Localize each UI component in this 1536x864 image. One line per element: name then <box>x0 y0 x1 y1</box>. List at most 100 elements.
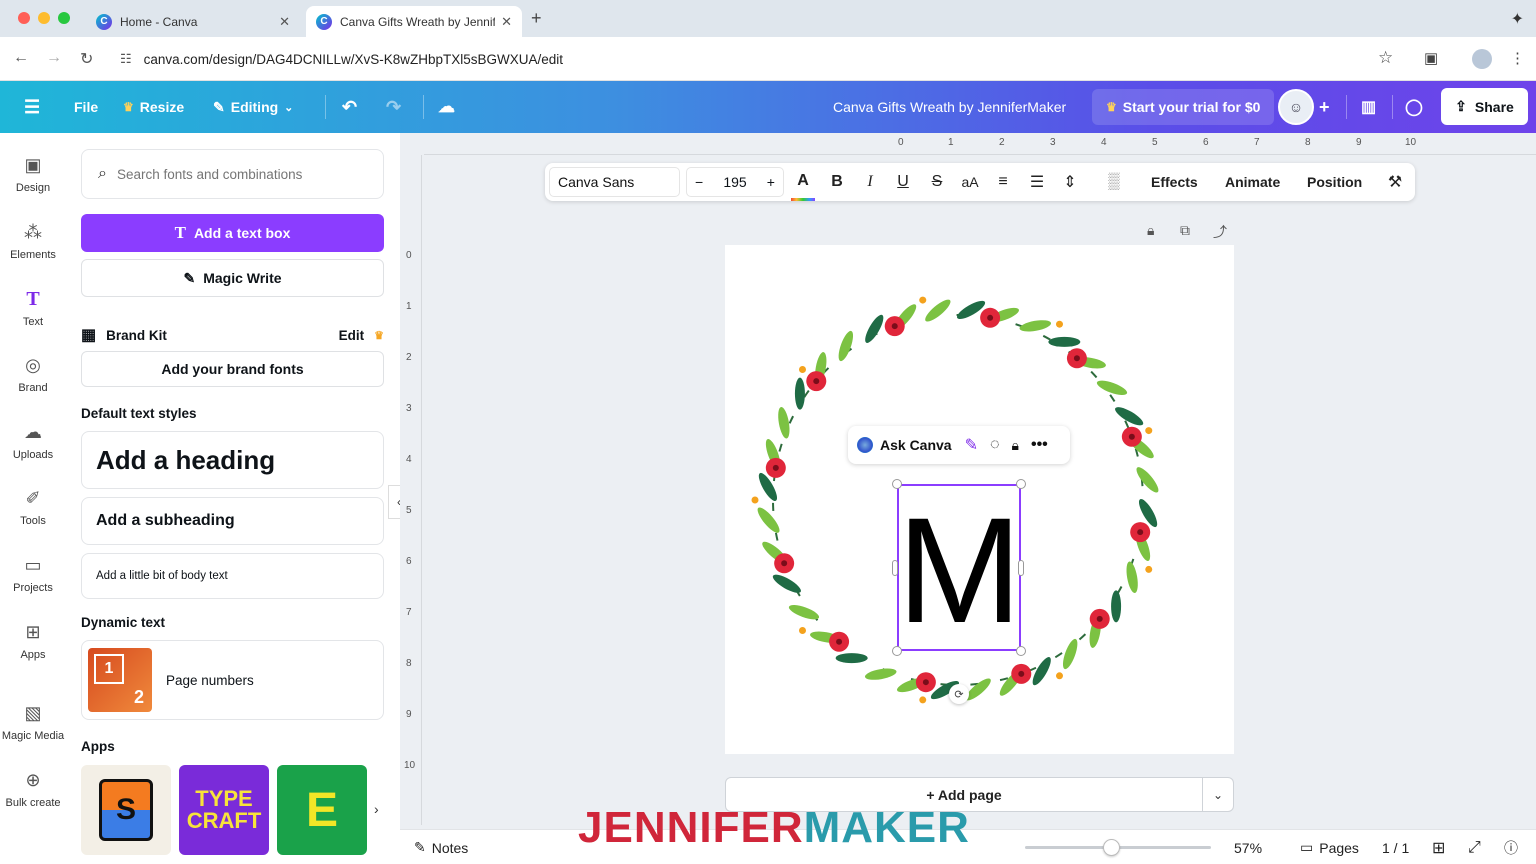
rail-item-tools[interactable]: ✐ Tools <box>0 486 66 528</box>
share-button[interactable]: ⇪ Share <box>1441 88 1528 125</box>
redo-icon[interactable]: ↷ <box>386 81 401 133</box>
effects-button[interactable]: Effects <box>1151 163 1198 201</box>
list-icon[interactable]: ☰ <box>1025 163 1049 201</box>
add-subheading-card[interactable]: Add a subheading <box>81 497 384 545</box>
rotate-handle-icon[interactable]: ⟳ <box>949 684 969 704</box>
start-trial-button[interactable]: ♛ Start your trial for $0 <box>1092 89 1275 125</box>
user-avatar[interactable]: ☺ <box>1278 89 1314 125</box>
apps-scroll-right-icon[interactable]: › <box>374 801 379 817</box>
align-center-icon[interactable]: ≡ <box>991 163 1015 201</box>
minimize-window-button[interactable] <box>38 12 50 24</box>
letter-case-icon[interactable]: aA <box>958 163 982 201</box>
browser-tab-design[interactable]: C Canva Gifts Wreath by Jennif ✕ <box>306 6 522 37</box>
rail-item-elements[interactable]: ⁂ Elements <box>0 220 66 262</box>
app-tile[interactable]: TYPE CRAFT <box>179 765 269 855</box>
add-collaborator-icon[interactable]: + <box>1319 81 1330 133</box>
bookmark-star-icon[interactable]: ☆ <box>1378 48 1393 68</box>
transparency-icon[interactable]: ▒ <box>1102 163 1126 201</box>
url-field[interactable]: ☷ canva.com/design/DAG4DCNILLw/XvS-K8wZH… <box>110 43 1410 75</box>
undo-icon[interactable]: ↶ <box>342 81 357 133</box>
bold-icon[interactable]: B <box>825 163 849 201</box>
zoom-slider-thumb[interactable] <box>1102 839 1120 856</box>
resize-button[interactable]: ♛ Resize <box>123 81 184 133</box>
page-count[interactable]: 1 / 1 <box>1382 830 1409 864</box>
file-menu[interactable]: File <box>74 81 98 133</box>
add-heading-card[interactable]: Add a heading <box>81 431 384 489</box>
browser-tab-home[interactable]: C Home - Canva ✕ <box>86 6 300 37</box>
resize-handle[interactable] <box>892 560 898 576</box>
document-title[interactable]: Canva Gifts Wreath by JenniferMaker <box>833 81 1066 133</box>
position-button[interactable]: Position <box>1307 163 1362 201</box>
rail-item-bulk-create[interactable]: ⊕ Bulk create <box>0 768 66 810</box>
ask-canva-button[interactable]: Ask Canva <box>880 437 952 453</box>
add-brand-fonts-button[interactable]: Add your brand fonts <box>81 351 384 387</box>
close-tab-icon[interactable]: ✕ <box>501 14 512 30</box>
site-settings-icon[interactable]: ☷ <box>120 51 132 67</box>
magic-wand-icon[interactable]: ✎ <box>965 435 978 455</box>
maximize-window-button[interactable] <box>58 12 70 24</box>
increase-size-button[interactable]: + <box>767 174 775 190</box>
resize-handle[interactable] <box>1018 560 1024 576</box>
help-icon[interactable]: ⓘ <box>1504 830 1518 864</box>
font-size-value[interactable]: 195 <box>723 174 746 190</box>
new-tab-button[interactable]: + <box>531 8 542 29</box>
close-tab-icon[interactable]: ✕ <box>279 14 290 30</box>
back-arrow-icon[interactable]: ← <box>13 49 29 67</box>
resize-handle[interactable] <box>1016 479 1026 489</box>
magic-write-button[interactable]: ✎ Magic Write <box>81 259 384 297</box>
add-page-icon[interactable]: ⤴ <box>1213 222 1227 242</box>
editing-mode-dropdown[interactable]: ✎ Editing ⌄ <box>213 81 293 133</box>
text-color-icon[interactable]: A <box>791 163 815 201</box>
underline-icon[interactable]: U <box>891 163 915 201</box>
strikethrough-icon[interactable]: S <box>925 163 949 201</box>
rail-item-brand[interactable]: ◎ Brand <box>0 353 66 395</box>
comment-icon[interactable]: ◯ <box>1405 81 1423 133</box>
page-numbers-card[interactable]: 1 2 Page numbers <box>81 640 384 720</box>
copy-style-paint-roller-icon[interactable]: ⚒ <box>1383 163 1407 201</box>
cloud-save-icon[interactable]: ☁ <box>438 81 455 133</box>
fullscreen-icon[interactable]: ⤢ <box>1468 830 1481 864</box>
rail-item-text[interactable]: T Text <box>0 287 66 329</box>
resize-handle[interactable] <box>1016 646 1026 656</box>
lock-page-icon[interactable]: 🔒︎ <box>1147 222 1154 239</box>
browser-menu-icon[interactable]: ⋮ <box>1510 49 1525 67</box>
font-size-stepper[interactable]: − 195 + <box>686 167 784 197</box>
rail-item-projects[interactable]: ▭ Projects <box>0 553 66 595</box>
rail-item-design[interactable]: ▣ Design <box>0 153 66 195</box>
italic-icon[interactable]: I <box>858 163 882 201</box>
add-page-dropdown-chevron-icon[interactable]: ⌄ <box>1203 777 1234 812</box>
add-comment-icon[interactable]: ◌ <box>990 436 1000 454</box>
brand-edit-link[interactable]: Edit <box>339 328 365 343</box>
cast-icon[interactable]: ▣ <box>1424 49 1438 67</box>
add-text-box-button[interactable]: T Add a text box <box>81 214 384 252</box>
selection-box[interactable] <box>897 484 1021 651</box>
hamburger-menu-icon[interactable]: ☰ <box>24 81 40 133</box>
close-window-button[interactable] <box>18 12 30 24</box>
add-body-text-card[interactable]: Add a little bit of body text <box>81 553 384 599</box>
gemini-sparkle-icon[interactable]: ✦ <box>1511 9 1524 29</box>
font-family-select[interactable]: Canva Sans <box>549 167 680 197</box>
lock-icon[interactable]: 🔒︎ <box>1012 437 1019 454</box>
app-tile[interactable]: S <box>81 765 171 855</box>
reload-icon[interactable]: ↻ <box>80 49 93 69</box>
font-search-input[interactable] <box>116 166 357 182</box>
spacing-icon[interactable]: ⇕ <box>1058 163 1082 201</box>
animate-button[interactable]: Animate <box>1225 163 1280 201</box>
resize-handle[interactable] <box>892 479 902 489</box>
pages-button[interactable]: ▭ Pages <box>1300 830 1359 864</box>
forward-arrow-icon[interactable]: → <box>46 49 62 67</box>
resize-handle[interactable] <box>892 646 902 656</box>
decrease-size-button[interactable]: − <box>695 174 703 190</box>
app-tile[interactable]: E <box>277 765 367 855</box>
zoom-percentage[interactable]: 57% <box>1234 830 1262 864</box>
notes-button[interactable]: ✎ Notes <box>414 830 468 864</box>
insights-chart-icon[interactable]: ▥ <box>1361 81 1376 133</box>
rail-item-apps[interactable]: ⊞ Apps <box>0 620 66 662</box>
duplicate-page-icon[interactable]: ⧉ <box>1180 222 1190 239</box>
rail-item-magic-media[interactable]: ▧ Magic Media <box>0 701 66 743</box>
profile-avatar[interactable] <box>1472 49 1492 69</box>
grid-view-icon[interactable]: ⊞ <box>1432 830 1445 864</box>
more-options-icon[interactable]: ••• <box>1031 436 1048 454</box>
font-search[interactable]: ⌕ <box>81 149 384 199</box>
rail-item-uploads[interactable]: ☁ Uploads <box>0 420 66 462</box>
